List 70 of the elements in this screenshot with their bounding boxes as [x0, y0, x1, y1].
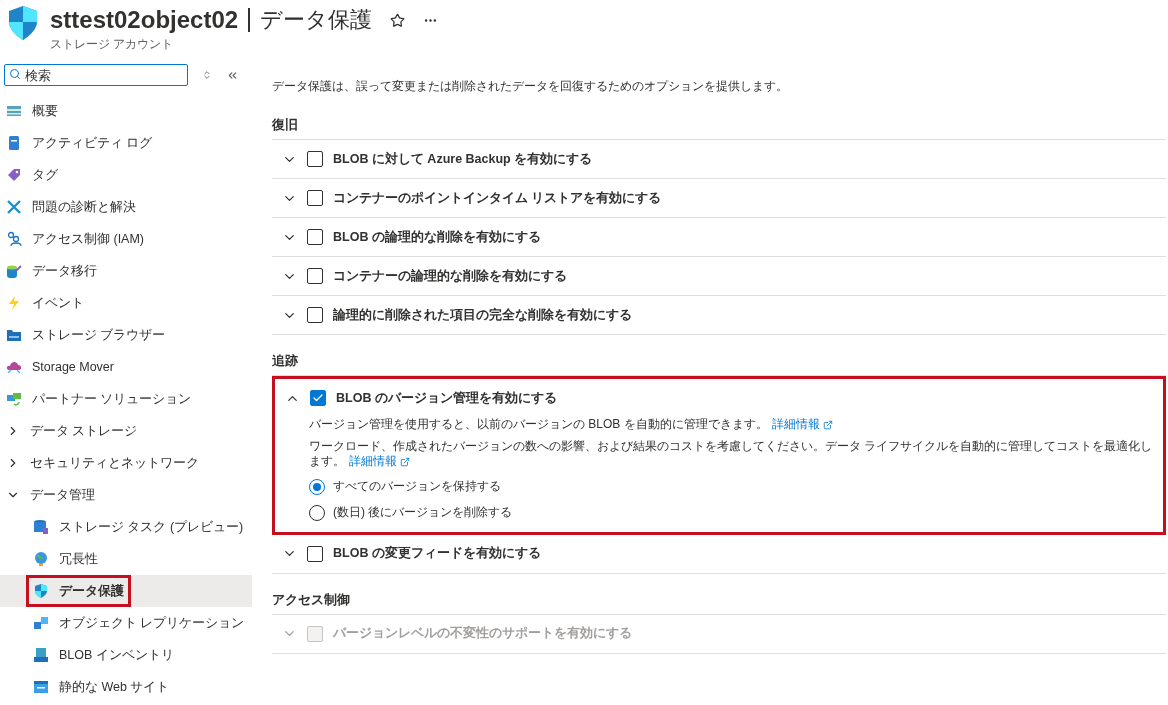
option-label: BLOB のバージョン管理を有効にする — [336, 389, 557, 407]
section-title: 復旧 — [272, 116, 299, 134]
section-title: アクセス制御 — [272, 590, 351, 609]
search-field[interactable]: 検索 — [4, 64, 188, 86]
page-title: データ保護 — [260, 6, 373, 34]
checkbox[interactable] — [310, 390, 326, 406]
inventory-icon — [33, 647, 49, 663]
radio-label: (数日) 後にバージョンを削除する — [333, 504, 513, 522]
cubes-icon — [33, 615, 49, 631]
learn-more-link[interactable]: 詳細情報 — [771, 417, 833, 433]
nav-group[interactable]: データ管理 — [0, 479, 252, 511]
external-link-icon — [400, 457, 410, 467]
option-label: コンテナーのポイントインタイム リストアを有効にする — [333, 189, 662, 207]
summary-icon — [6, 103, 22, 119]
option-label: BLOB の論理的な削除を有効にする — [333, 228, 541, 246]
cloud-icon — [6, 359, 22, 375]
partner-icon — [6, 391, 22, 407]
learn-more-link[interactable]: 詳細情報 — [349, 454, 410, 470]
database-icon — [33, 519, 49, 535]
nav-item[interactable]: ストレージ ブラウザー — [0, 319, 252, 351]
checkbox[interactable] — [307, 307, 323, 323]
nav-group[interactable]: データ ストレージ — [0, 415, 252, 447]
log-icon — [6, 135, 22, 151]
radio-label: すべてのバージョンを保持する — [333, 478, 501, 496]
help-text: バージョン管理を使用すると、以前のバージョンの BLOB を自動的に管理できます。 詳細情報 — [309, 417, 1163, 433]
nav-item[interactable]: ストレージ タスク (プレビュー) — [0, 511, 252, 543]
option-label: BLOB の変更フィードを有効にする — [333, 545, 541, 563]
checkbox[interactable] — [307, 229, 323, 245]
globe-icon — [33, 551, 49, 567]
nav-item[interactable]: データ保護 — [0, 575, 252, 607]
star-icon[interactable] — [390, 12, 406, 28]
nav-item[interactable]: タグ — [0, 159, 252, 191]
highlight-frame: データ保護 — [26, 575, 131, 607]
folder-icon — [6, 327, 22, 343]
shield-icon — [33, 583, 49, 599]
nav-item[interactable]: 静的な Web サイト — [0, 671, 252, 703]
nav-item[interactable]: 概要 — [0, 95, 252, 127]
tag-icon — [6, 167, 22, 183]
description: データ保護は、誤って変更または削除されたデータを回復するためのオプションを提供します。 — [272, 78, 789, 95]
section-title: 追跡 — [272, 352, 299, 370]
option-label: 論理的に削除された項目の完全な削除を有効にする — [333, 306, 632, 324]
nav-item[interactable]: アクセス制御 (IAM) — [0, 223, 252, 255]
checkbox[interactable] — [307, 268, 323, 284]
search-icon — [9, 68, 21, 80]
help-text: ワークロード、作成されたバージョンの数への影響、および結果のコストを考慮してください。データ ライフサイクルを自動的に管理してコストを最適化します。 詳細情報 — [309, 438, 1154, 470]
checkbox[interactable] — [307, 190, 323, 206]
nav-group[interactable]: セキュリティとネットワーク — [0, 447, 252, 479]
option-label: BLOB に対して Azure Backup を有効にする — [333, 150, 593, 168]
nav-item[interactable]: 問題の診断と解決 — [0, 191, 252, 223]
nav-item[interactable]: 冗長性 — [0, 543, 252, 575]
nav-item[interactable]: データ移行 — [0, 255, 252, 287]
nav-item[interactable]: Storage Mover — [0, 351, 252, 383]
nav-item[interactable]: BLOB インベントリ — [0, 639, 252, 671]
checkbox[interactable] — [307, 151, 323, 167]
people-icon — [6, 231, 22, 247]
nav-item[interactable]: オブジェクト レプリケーション — [0, 607, 252, 639]
checkbox[interactable] — [307, 545, 323, 562]
shield-logo-icon — [6, 4, 40, 42]
migration-icon — [6, 263, 22, 279]
option-label: バージョンレベルの不変性のサポートを有効にする — [333, 625, 632, 643]
option-label: コンテナーの論理的な削除を有効にする — [333, 267, 567, 285]
lightning-icon — [6, 295, 22, 311]
check-icon — [312, 392, 324, 404]
resource-type: ストレージ アカウント — [50, 36, 175, 53]
resource-title: sttest02object02 — [50, 6, 239, 34]
nav-item[interactable]: イベント — [0, 287, 252, 319]
nav-item[interactable]: アクティビティ ログ — [0, 127, 252, 159]
website-icon — [33, 679, 49, 695]
nav-item[interactable]: パートナー ソリューション — [0, 383, 252, 415]
external-link-icon — [822, 419, 833, 430]
